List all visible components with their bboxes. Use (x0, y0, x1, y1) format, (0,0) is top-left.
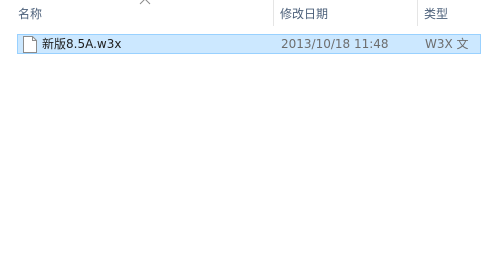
column-header-row: 名称 修改日期 类型 (0, 0, 481, 28)
file-row[interactable]: 新版8.5A.w3x 2013/10/18 11:48 W3X 文 (17, 34, 481, 54)
file-icon (23, 36, 37, 53)
column-header-date-modified[interactable]: 修改日期 (273, 0, 417, 28)
column-header-type[interactable]: 类型 (417, 0, 481, 28)
file-date-modified: 2013/10/18 11:48 (281, 37, 389, 51)
file-type: W3X 文 (425, 37, 469, 51)
column-header-name[interactable]: 名称 (0, 0, 273, 28)
file-name: 新版8.5A.w3x (42, 37, 122, 51)
file-explorer-list-view: 名称 修改日期 类型 新版8.5A.w3x 2013/10/18 11:48 W… (0, 0, 481, 253)
